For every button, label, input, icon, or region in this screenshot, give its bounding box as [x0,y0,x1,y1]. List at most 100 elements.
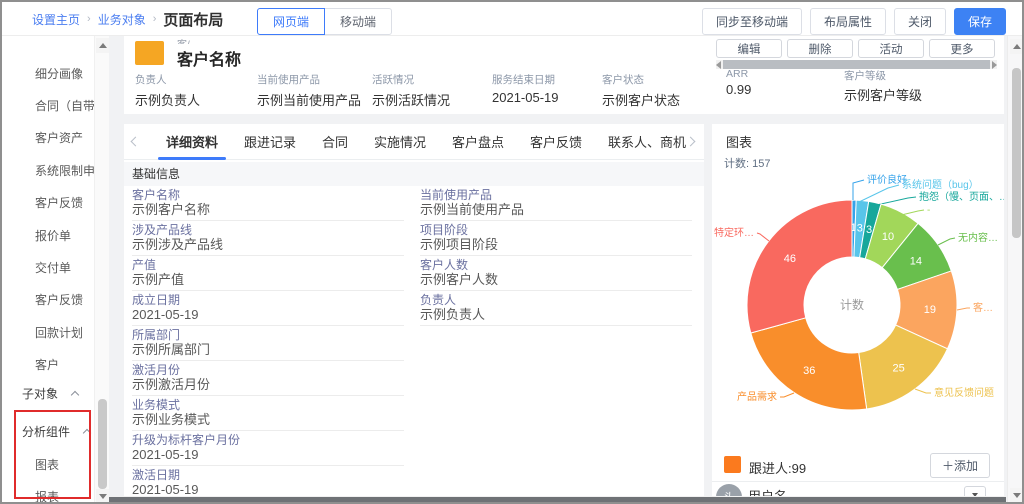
form-field[interactable]: 产值示例产值 [132,258,404,293]
tab-5[interactable]: 客户盘点 [452,124,504,160]
header-field-value: 示例当前使用产品 [257,90,361,109]
toggle-web-button[interactable]: 网页端 [257,8,325,35]
form-field[interactable]: 当前使用产品示例当前使用产品 [420,188,692,223]
sidebar-subitem[interactable]: 图表 [2,453,94,477]
form-field[interactable]: 所属部门示例所属部门 [132,328,404,363]
form-field-value: 示例负责人 [420,307,692,326]
header-field-label: 负责人 [135,72,200,87]
followers-label: 跟进人:99 [749,458,806,477]
tab-6[interactable]: 客户反馈 [530,124,582,160]
sidebar-item[interactable]: 报价单 [2,219,94,251]
sidebar-item[interactable]: 系统限制申请明细 [2,154,94,186]
clipped-label: 客/ [177,36,190,44]
breadcrumb-item[interactable]: 业务对象 [98,11,146,28]
vertical-scrollbar[interactable] [1007,36,1024,504]
tab-4[interactable]: 实施情况 [374,124,426,160]
sidebar-item[interactable]: 细分画像 [2,57,94,89]
form-field[interactable]: 涉及产品线示例涉及产品线 [132,223,404,258]
sidebar-scrollbar-thumb[interactable] [98,399,107,489]
header-field-label: 客户等级 [844,68,922,83]
detail-panel: 详细资料跟进记录合同实施情况客户盘点客户反馈联系人、商机 基础信息 客户名称示例… [124,124,704,504]
sidebar-scrollbar[interactable] [94,36,109,504]
sidebar-item[interactable]: 交付单 [2,251,94,283]
donut-chart: 1评价良好3系统问题（bug）3抱怨（慢、页面、…10-14无内容…19客…25… [712,167,1004,417]
header-field-label: 当前使用产品 [257,72,361,87]
record-action-button[interactable]: 编辑 [716,39,782,58]
form-field-label: 当前使用产品 [420,188,692,202]
form-field-value: 示例当前使用产品 [420,202,692,221]
close-button[interactable]: 关闭 [894,8,946,35]
tabs-next-icon[interactable] [686,138,694,145]
sidebar-item[interactable]: 客户资产 [2,122,94,154]
form-field[interactable]: 业务模式示例业务模式 [132,398,404,433]
sidebar-item[interactable]: 回款计划 [2,316,94,348]
slice-callout-label: 客… [973,301,993,314]
record-action-button[interactable]: 删除 [787,39,853,58]
form-field[interactable]: 负责人示例负责人 [420,293,692,328]
form-field[interactable]: 激活月份示例激活月份 [132,363,404,398]
followers-row: 跟进人:99 ＋添加 [712,453,1004,477]
header-field: 负责人示例负责人 [135,72,200,109]
tab-2[interactable]: 跟进记录 [244,124,296,160]
header-extra-field: 客户等级示例客户等级 [844,68,922,104]
form-field[interactable]: 升级为标杆客户月份2021-05-19 [132,433,404,468]
horizontal-scrollbar-thumb[interactable] [109,497,1006,504]
chevron-up-icon [71,391,79,399]
save-button[interactable]: 保存 [954,8,1006,35]
record-action-button[interactable]: 活动 [858,39,924,58]
sidebar-group-label: 分析组件 [22,423,70,440]
tab-3[interactable]: 合同 [322,124,348,160]
form-field-label: 涉及产品线 [132,223,404,237]
slice-value-label: 19 [924,304,936,316]
slice-callout-label: 意见反馈问题 [934,386,994,399]
tabs-prev-icon[interactable] [132,138,140,145]
sidebar-item[interactable]: 客户反馈 [2,187,94,219]
tab-1[interactable]: 详细资料 [166,124,218,160]
sidebar-group-sub-objects[interactable]: 子对象 [2,381,94,407]
scroll-down-icon[interactable] [1010,488,1023,503]
form-field-label: 成立日期 [132,293,404,307]
form-field-label: 项目阶段 [420,223,692,237]
scroll-down-icon[interactable] [96,489,109,504]
scroll-up-icon[interactable] [96,38,109,53]
label-leader-line [872,197,916,206]
form-field[interactable]: 成立日期2021-05-19 [132,293,404,328]
layout-properties-button[interactable]: 布局属性 [810,8,886,35]
vertical-scrollbar-thumb[interactable] [1012,68,1021,238]
page-layout-editor: 设置主页›业务对象›页面布局 网页端 移动端 同步至移动端 布局属性 关闭 保存… [0,0,1024,504]
slice-callout-label: 无内容… [958,231,998,244]
view-toggle: 网页端 移动端 [257,8,392,35]
breadcrumb-item[interactable]: 设置主页 [32,11,80,28]
add-follower-button[interactable]: ＋添加 [930,453,990,478]
sync-to-mobile-button[interactable]: 同步至移动端 [702,8,802,35]
sidebar-item[interactable]: 客户 [2,349,94,381]
record-action-button[interactable]: 更多 [929,39,995,58]
form-field-label: 客户人数 [420,258,692,272]
scroll-left-icon[interactable] [716,61,721,69]
label-leader-line [757,233,769,241]
form-field-value: 示例客户人数 [420,272,692,291]
form-field[interactable]: 项目阶段示例项目阶段 [420,223,692,258]
horizontal-scrollbar[interactable] [109,496,1006,504]
label-leader-line [780,393,794,397]
chart-panel: 图表 计数: 157 1评价良好3系统问题（bug）3抱怨（慢、页面、…10-1… [712,124,1004,504]
scroll-up-icon[interactable] [1010,39,1023,54]
breadcrumb-item: 页面布局 [163,9,223,30]
sidebar-group-analysis[interactable]: 分析组件 [2,419,94,445]
pie-slice[interactable] [747,200,852,333]
header-field: 当前使用产品示例当前使用产品 [257,72,361,109]
form-field[interactable]: 客户人数示例客户人数 [420,258,692,293]
form-field-value: 示例项目阶段 [420,237,692,256]
header-field-value: 示例客户等级 [844,85,922,104]
header-field-label: ARR [726,68,751,80]
sidebar-subitem[interactable]: 报表 [2,485,94,504]
sidebar-item[interactable]: 合同（自带） [2,89,94,121]
form-field[interactable]: 客户名称示例客户名称 [132,188,404,223]
tab-7[interactable]: 联系人、商机 [608,124,686,160]
scroll-right-icon[interactable] [992,61,997,69]
toggle-mobile-button[interactable]: 移动端 [324,8,392,35]
sidebar: 细分画像合同（自带）客户资产系统限制申请明细客户反馈报价单交付单客户反馈回款计划… [2,36,109,504]
form-field-label: 产值 [132,258,404,272]
sidebar-item[interactable]: 客户反馈 [2,284,94,316]
form-field-value: 示例客户名称 [132,202,404,221]
